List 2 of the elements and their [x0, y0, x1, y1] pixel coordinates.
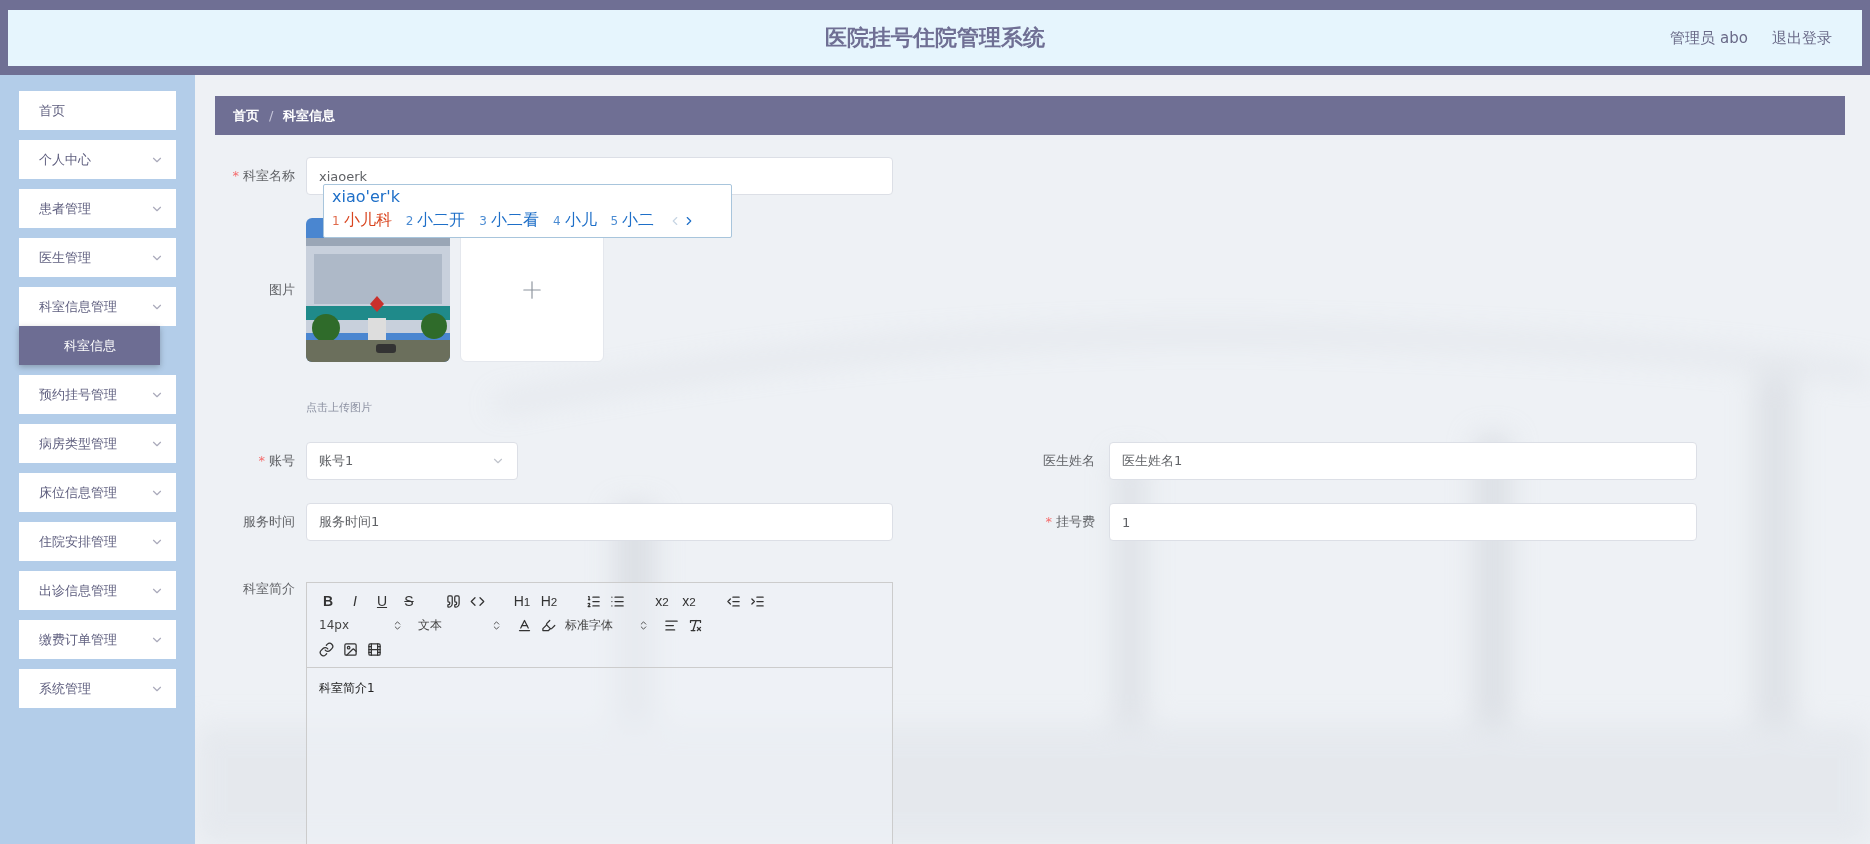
app-title: 医院挂号住院管理系统 — [825, 24, 1045, 52]
user-name: 管理员 abo — [1670, 28, 1748, 48]
